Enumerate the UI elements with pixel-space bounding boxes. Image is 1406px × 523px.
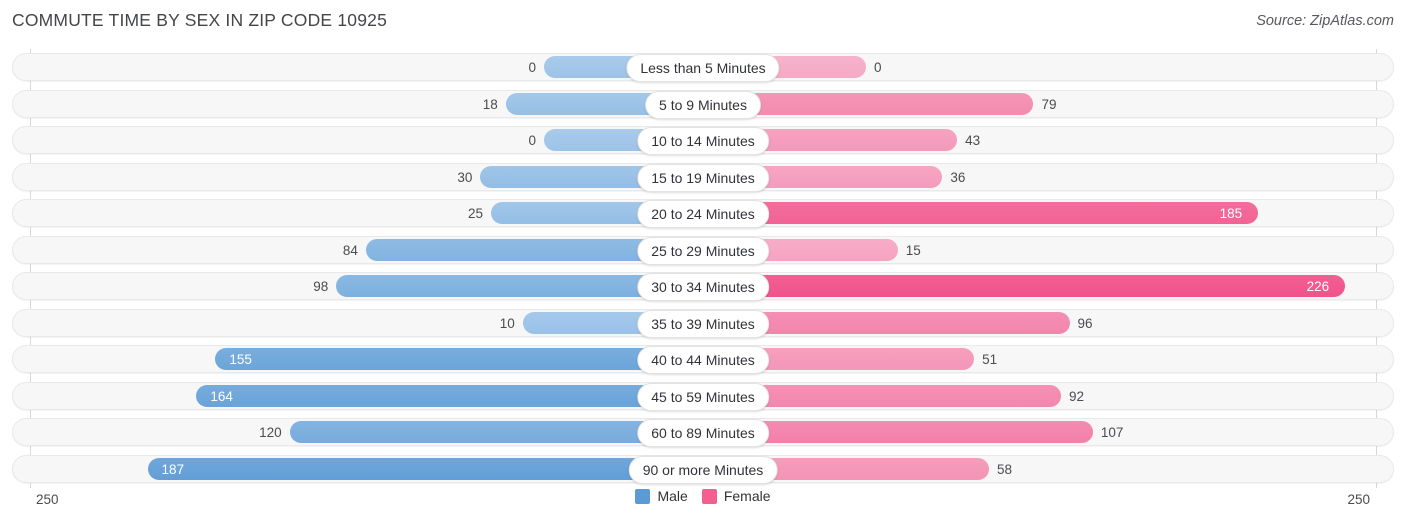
legend-label-male: Male (657, 488, 688, 504)
value-label-female: 96 (1077, 315, 1093, 331)
value-label-male: 187 (161, 461, 185, 477)
table-row: 0 43 10 to 14 Minutes (12, 126, 1394, 155)
table-row: 30 36 15 to 19 Minutes (12, 162, 1394, 192)
table-row: 18 79 5 to 9 Minutes (12, 89, 1394, 119)
legend: Male Female (0, 488, 1406, 504)
value-label-female: 58 (996, 461, 1012, 477)
value-label-male: 0 (528, 133, 536, 148)
bar-male[interactable] (196, 384, 704, 407)
source-label: Source: ZipAtlas.com (1256, 13, 1394, 29)
bar-female[interactable] (704, 202, 1259, 224)
value-label-female: 15 (905, 242, 921, 258)
table-row: 164 92 45 to 59 Minutes (12, 381, 1394, 411)
table-row: 187 58 90 or more Minutes (12, 454, 1394, 484)
table-row: 84 15 25 to 29 Minutes (12, 235, 1394, 265)
category-label-pill: 40 to 44 Minutes (637, 346, 769, 374)
value-label-female: 107 (1100, 425, 1124, 440)
value-label-female: 92 (1069, 388, 1085, 404)
chart-root: COMMUTE TIME BY SEX IN ZIP CODE 10925 So… (0, 0, 1406, 523)
category-label-pill: 25 to 29 Minutes (637, 236, 769, 265)
value-label-female: 51 (982, 352, 998, 367)
category-label-pill: 20 to 24 Minutes (637, 200, 769, 228)
value-label-female: 185 (1219, 206, 1243, 221)
category-label-pill: Less than 5 Minutes (626, 54, 780, 82)
category-label-pill: 60 to 89 Minutes (637, 419, 769, 447)
table-row: 25 185 20 to 24 Minutes (12, 199, 1394, 228)
table-row: 98 226 30 to 34 Minutes (12, 272, 1394, 301)
bar-male[interactable] (215, 348, 704, 370)
value-label-male: 120 (259, 425, 282, 440)
category-label-pill: 10 to 14 Minutes (637, 127, 769, 155)
value-label-female: 0 (874, 60, 882, 75)
value-label-female: 36 (950, 169, 966, 185)
value-label-male: 0 (528, 60, 536, 75)
value-label-male: 155 (229, 352, 252, 367)
value-label-male: 30 (457, 169, 473, 185)
bar-female[interactable] (704, 275, 1346, 297)
legend-swatch-female (701, 488, 717, 504)
page-title: COMMUTE TIME BY SEX IN ZIP CODE 10925 (12, 10, 388, 30)
table-row: 155 51 40 to 44 Minutes (12, 345, 1394, 374)
legend-label-female: Female (723, 488, 771, 504)
table-row: 120 107 60 to 89 Minutes (12, 418, 1394, 447)
legend-item-male[interactable]: Male (635, 488, 688, 504)
table-row: 0 0 Less than 5 Minutes (12, 53, 1394, 82)
value-label-female: 79 (1041, 96, 1057, 112)
value-label-male: 10 (499, 315, 515, 331)
value-label-male: 25 (467, 206, 483, 221)
category-label-pill: 5 to 9 Minutes (645, 90, 761, 119)
category-label-pill: 15 to 19 Minutes (637, 163, 769, 192)
legend-item-female[interactable]: Female (701, 488, 771, 504)
value-label-male: 18 (482, 96, 498, 112)
value-label-male: 98 (313, 279, 329, 294)
plot-area: 0 0 Less than 5 Minutes 18 79 5 to 9 Minutes 0… (0, 49, 1406, 488)
value-label-female: 226 (1306, 279, 1330, 294)
category-label-pill: 35 to 39 Minutes (637, 309, 769, 338)
bar-male[interactable] (147, 457, 704, 480)
legend-swatch-male (635, 488, 651, 504)
category-label-pill: 90 or more Minutes (628, 455, 778, 484)
category-label-pill: 45 to 59 Minutes (637, 382, 769, 411)
table-row: 10 96 35 to 39 Minutes (12, 308, 1394, 338)
value-label-male: 84 (342, 242, 358, 258)
value-label-female: 43 (965, 133, 981, 148)
value-label-male: 164 (210, 388, 233, 404)
category-label-pill: 30 to 34 Minutes (637, 273, 769, 301)
